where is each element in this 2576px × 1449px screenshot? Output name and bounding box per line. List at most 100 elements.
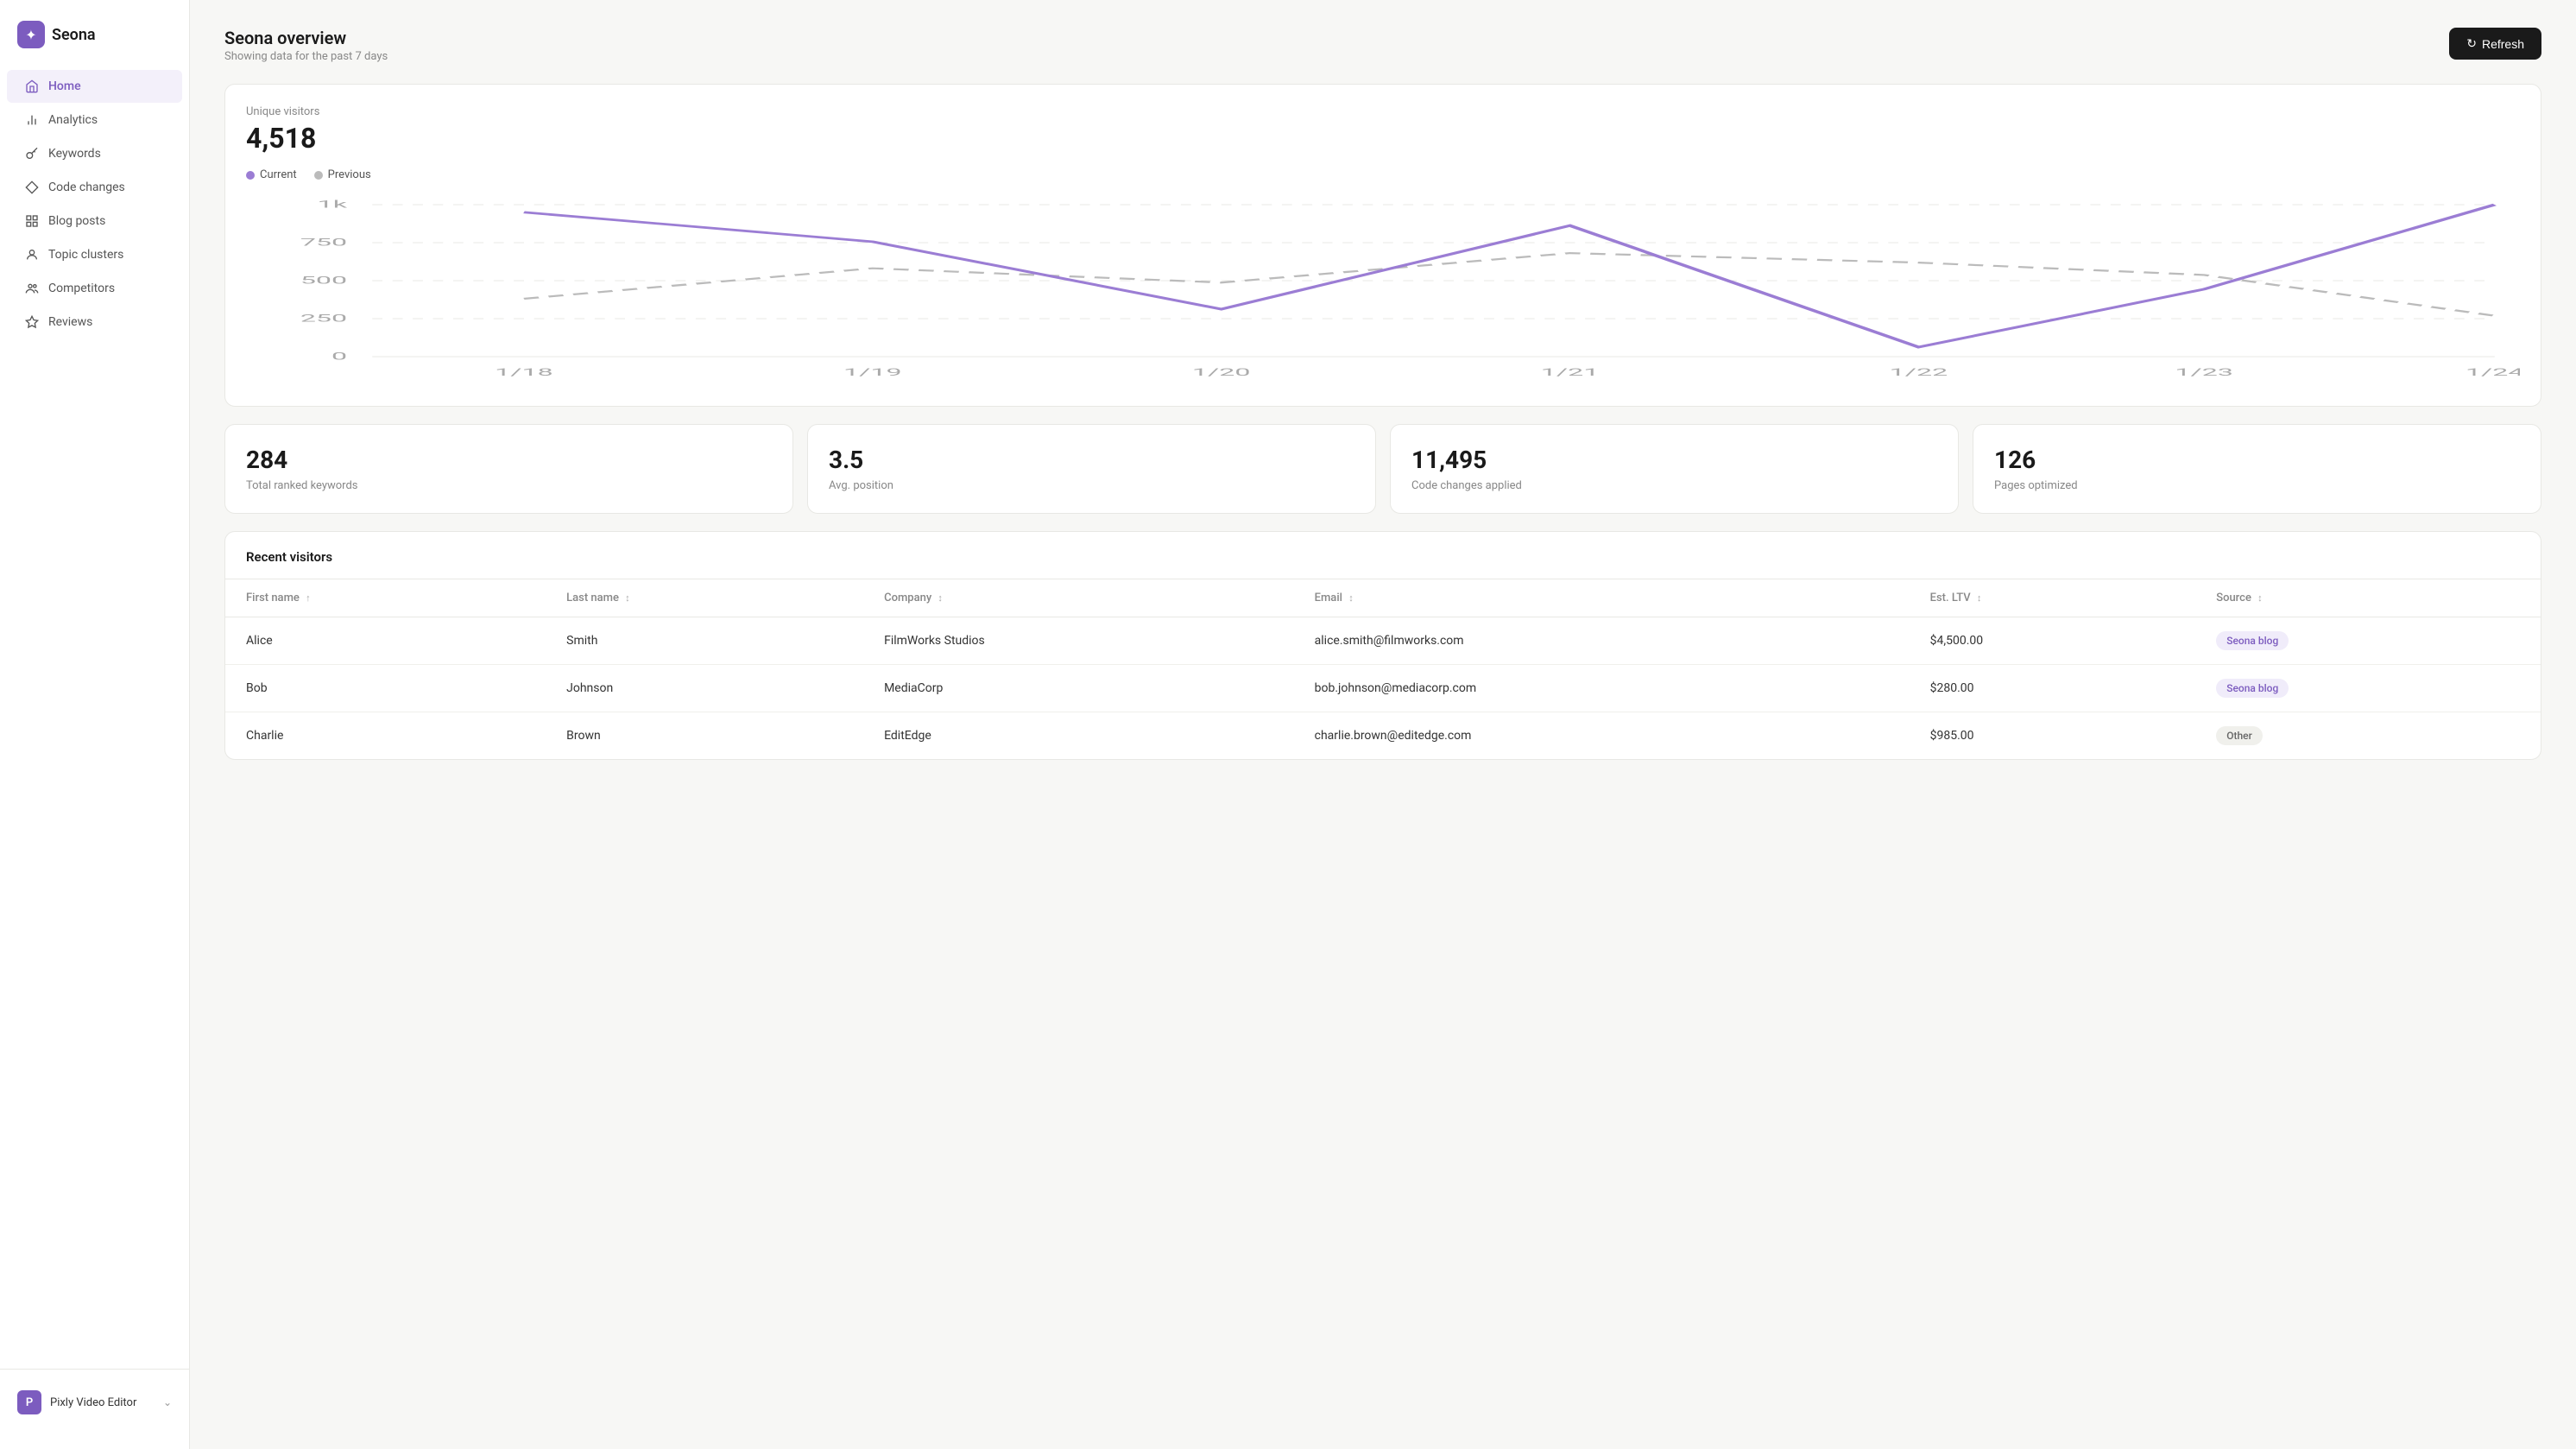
legend-current-label: Current (260, 168, 297, 181)
cell-source-1: Seona blog (2195, 665, 2541, 712)
col-label-source: Source (2216, 592, 2251, 604)
sidebar-item-keywords[interactable]: Keywords (7, 137, 182, 170)
cell-company-1: MediaCorp (863, 665, 1294, 712)
page-header: Seona overview Showing data for the past… (224, 28, 2541, 63)
svg-text:1/20: 1/20 (1192, 366, 1251, 378)
main-content: Seona overview Showing data for the past… (190, 0, 2576, 1449)
sidebar: ✦ Seona Home Analytics Keywords Code cha… (0, 0, 190, 1449)
col-header-first_name[interactable]: First name ↑ (225, 579, 546, 617)
chevron-icon: ⌄ (163, 1396, 172, 1408)
sort-icon-est_ltv: ↕ (1977, 592, 1982, 604)
sidebar-item-label-reviews: Reviews (48, 315, 92, 329)
cell-company-0: FilmWorks Studios (863, 617, 1294, 665)
sidebar-item-home[interactable]: Home (7, 70, 182, 103)
line-chart: 1k 750 500 250 0 1/18 1/19 1/20 1/21 1/2… (246, 195, 2520, 385)
cell-source-2: Other (2195, 712, 2541, 760)
sidebar-item-label-code-changes: Code changes (48, 180, 125, 194)
svg-text:1/19: 1/19 (843, 366, 902, 378)
legend-previous-dot (314, 171, 323, 180)
stat-value-1: 3.5 (829, 446, 1354, 474)
stat-card-1: 3.5 Avg. position (807, 424, 1376, 514)
svg-text:0: 0 (331, 350, 347, 362)
visitors-chart-card: Unique visitors 4,518 Current Previous 1… (224, 84, 2541, 407)
source-badge-1: Seona blog (2216, 679, 2289, 698)
table-row: Bob Johnson MediaCorp bob.johnson@mediac… (225, 665, 2541, 712)
sidebar-item-label-competitors: Competitors (48, 282, 115, 295)
svg-text:1/23: 1/23 (2175, 366, 2233, 378)
workspace-name: Pixly Video Editor (50, 1396, 155, 1409)
svg-text:1/18: 1/18 (495, 366, 553, 378)
sidebar-item-label-analytics: Analytics (48, 113, 98, 127)
cell-ltv-2: $985.00 (1910, 712, 2196, 760)
refresh-button[interactable]: ↻ Refresh (2449, 28, 2541, 60)
home-icon (24, 79, 40, 94)
col-label-email: Email (1315, 592, 1342, 604)
sidebar-item-code-changes[interactable]: Code changes (7, 171, 182, 204)
cell-last-name-2: Brown (546, 712, 863, 760)
logo[interactable]: ✦ Seona (0, 14, 189, 69)
refresh-label: Refresh (2482, 37, 2524, 51)
grid-icon (24, 213, 40, 229)
page-title: Seona overview (224, 28, 388, 48)
table-header-row: First name ↑ Last name ↕ Company ↕ Email… (225, 579, 2541, 617)
page-subtitle: Showing data for the past 7 days (224, 50, 388, 63)
bar-chart-icon (24, 112, 40, 128)
key-icon (24, 146, 40, 161)
workspace-section: P Pixly Video Editor ⌄ (0, 1369, 189, 1435)
cell-company-2: EditEdge (863, 712, 1294, 760)
cell-email-0: alice.smith@filmworks.com (1294, 617, 1910, 665)
stat-label-2: Code changes applied (1411, 479, 1937, 492)
sort-icon-first_name: ↑ (306, 592, 311, 604)
sort-icon-company: ↕ (938, 592, 943, 604)
workspace-switcher[interactable]: P Pixly Video Editor ⌄ (10, 1383, 179, 1421)
cell-first-name-1: Bob (225, 665, 546, 712)
stats-grid: 284 Total ranked keywords 3.5 Avg. posit… (224, 424, 2541, 514)
svg-text:250: 250 (300, 312, 347, 324)
col-header-email[interactable]: Email ↕ (1294, 579, 1910, 617)
cell-ltv-1: $280.00 (1910, 665, 2196, 712)
nav-menu: Home Analytics Keywords Code changes Blo… (0, 69, 189, 339)
chart-previous-line (524, 253, 2495, 316)
page-title-group: Seona overview Showing data for the past… (224, 28, 388, 63)
svg-text:1/24: 1/24 (2466, 366, 2520, 378)
sort-icon-email: ↕ (1348, 592, 1354, 604)
visitors-table-card: Recent visitors First name ↑ Last name ↕… (224, 531, 2541, 760)
cell-ltv-0: $4,500.00 (1910, 617, 2196, 665)
users-icon (24, 281, 40, 296)
cell-source-0: Seona blog (2195, 617, 2541, 665)
col-header-last_name[interactable]: Last name ↕ (546, 579, 863, 617)
stat-label-0: Total ranked keywords (246, 479, 772, 492)
sidebar-item-reviews[interactable]: Reviews (7, 306, 182, 339)
sidebar-item-analytics[interactable]: Analytics (7, 104, 182, 136)
table-head: First name ↑ Last name ↕ Company ↕ Email… (225, 579, 2541, 617)
star-icon (24, 314, 40, 330)
col-header-company[interactable]: Company ↕ (863, 579, 1294, 617)
stat-card-2: 11,495 Code changes applied (1390, 424, 1959, 514)
visitors-table: First name ↑ Last name ↕ Company ↕ Email… (225, 579, 2541, 759)
stat-label-3: Pages optimized (1994, 479, 2520, 492)
col-label-est_ltv: Est. LTV (1930, 592, 1971, 604)
sort-icon-source: ↕ (2257, 592, 2263, 604)
svg-text:500: 500 (300, 274, 347, 286)
legend-previous: Previous (314, 168, 371, 181)
source-badge-2: Other (2216, 726, 2263, 745)
stat-card-3: 126 Pages optimized (1973, 424, 2541, 514)
workspace-avatar: P (17, 1390, 41, 1414)
stat-label-1: Avg. position (829, 479, 1354, 492)
sidebar-item-competitors[interactable]: Competitors (7, 272, 182, 305)
cell-last-name-1: Johnson (546, 665, 863, 712)
diamond-icon (24, 180, 40, 195)
col-header-source[interactable]: Source ↕ (2195, 579, 2541, 617)
table-row: Charlie Brown EditEdge charlie.brown@edi… (225, 712, 2541, 760)
legend-current-dot (246, 171, 255, 180)
logo-icon: ✦ (17, 21, 45, 48)
table-row: Alice Smith FilmWorks Studios alice.smit… (225, 617, 2541, 665)
person-icon (24, 247, 40, 263)
col-header-est_ltv[interactable]: Est. LTV ↕ (1910, 579, 2196, 617)
legend-current: Current (246, 168, 297, 181)
sidebar-item-blog-posts[interactable]: Blog posts (7, 205, 182, 237)
chart-current-line (524, 205, 2495, 347)
svg-text:750: 750 (300, 236, 347, 248)
sidebar-item-topic-clusters[interactable]: Topic clusters (7, 238, 182, 271)
stat-value-0: 284 (246, 446, 772, 474)
